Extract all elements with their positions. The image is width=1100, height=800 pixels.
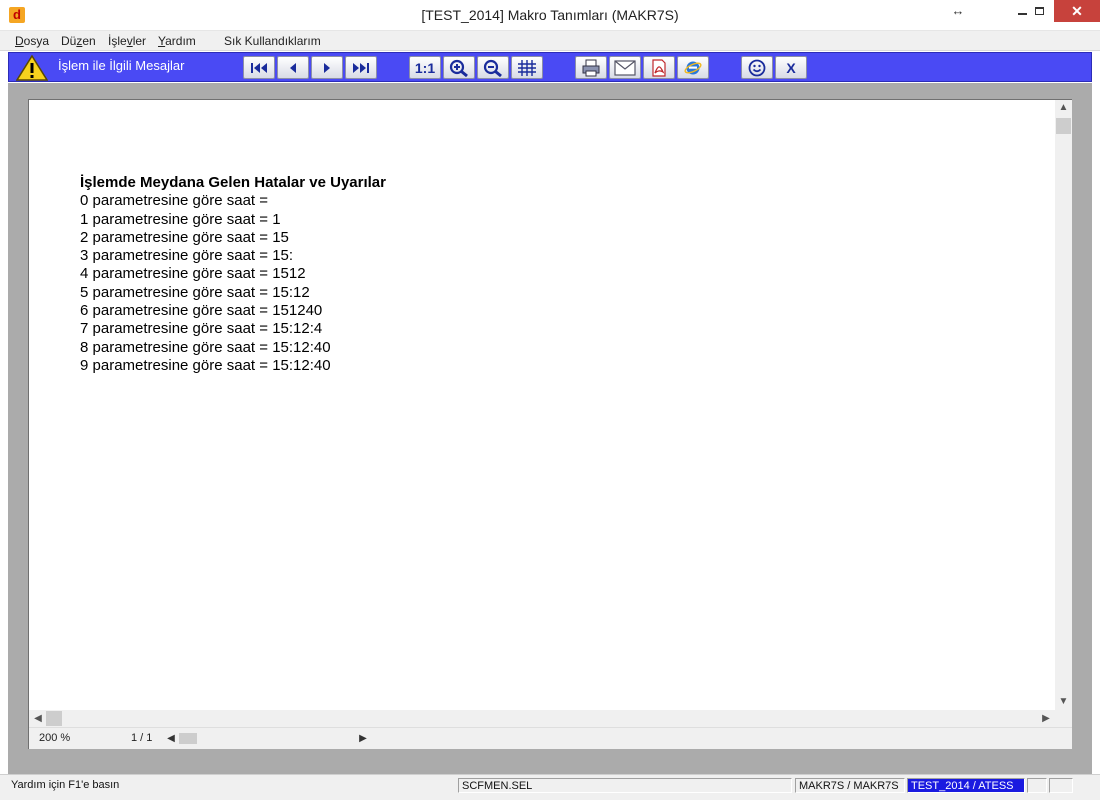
page-scroll-right-icon[interactable]: ▶ (357, 731, 369, 746)
page-indicator: 1 / 1 (131, 732, 153, 744)
status-panel-empty (1049, 778, 1073, 793)
status-help-text: Yardım için F1'e basın (11, 779, 120, 791)
menu-favorites[interactable]: Sık Kullandıklarım (224, 34, 321, 48)
menu-bar: Dosya Düzen İşlevler Yardım Sık Kullandı… (0, 31, 1100, 51)
report-line: 5 parametresine göre saat = 15:12 (80, 283, 310, 301)
close-report-button[interactable]: X (775, 56, 807, 79)
pdf-button[interactable] (643, 56, 675, 79)
report-toolbar: İşlem ile İlgili Mesajlar 1:1 X (8, 52, 1092, 82)
zoom-out-button[interactable] (477, 56, 509, 79)
scroll-corner (1055, 710, 1072, 727)
browser-button[interactable] (677, 56, 709, 79)
report-line: 1 parametresine göre saat = 1 (80, 210, 281, 228)
vertical-scrollbar[interactable]: ▲ ▼ (1055, 100, 1072, 710)
toolbar-title: İşlem ile İlgili Mesajlar (58, 58, 185, 73)
scroll-up-icon[interactable]: ▲ (1055, 100, 1072, 116)
report-line: 4 parametresine göre saat = 1512 (80, 265, 306, 283)
scroll-down-icon[interactable]: ▼ (1055, 694, 1072, 710)
print-button[interactable] (575, 56, 607, 79)
pdf-icon (652, 58, 666, 77)
next-page-button[interactable] (311, 56, 343, 79)
warning-icon (16, 55, 48, 81)
next-page-icon (324, 62, 330, 73)
last-page-button[interactable] (345, 56, 377, 79)
browser-icon (684, 61, 702, 74)
menu-dosya[interactable]: Dosya (15, 34, 49, 48)
report-line: 2 parametresine göre saat = 15 (80, 228, 289, 246)
page-scrollbar[interactable]: ◀ ▶ (165, 731, 369, 746)
prev-page-button[interactable] (277, 56, 309, 79)
scroll-left-icon[interactable]: ◀ (31, 710, 45, 727)
horizontal-scrollbar[interactable]: ◀ ▶ (29, 710, 1055, 727)
menu-yardim[interactable]: Yardım (158, 34, 196, 48)
last-page-icon (353, 62, 369, 73)
zoom-in-button[interactable] (443, 56, 475, 79)
zoom-out-icon (483, 59, 502, 77)
scroll-right-icon[interactable]: ▶ (1039, 710, 1053, 727)
window-title: [TEST_2014] Makro Tanımları (MAKR7S) (421, 7, 679, 23)
first-page-button[interactable] (243, 56, 275, 79)
report-line: 7 parametresine göre saat = 15:12:4 (80, 320, 323, 338)
report-workspace: İşlemde Meydana Gelen Hatalar ve Uyarıla… (8, 83, 1092, 774)
zoom-in-icon (449, 59, 468, 77)
status-file: SCFMEN.SEL (458, 778, 792, 793)
report-heading: İşlemde Meydana Gelen Hatalar ve Uyarıla… (80, 174, 386, 191)
maximize-icon (1034, 7, 1044, 15)
menu-duzen-label: Düzen (61, 34, 96, 48)
report-line: 0 parametresine göre saat = (80, 192, 269, 210)
status-company: TEST_2014 / ATESS (907, 778, 1025, 793)
prev-page-icon (290, 62, 296, 73)
report-page: İşlemde Meydana Gelen Hatalar ve Uyarıla… (29, 100, 1055, 710)
viewer-footer: 200 % 1 / 1 ◀ ▶ (29, 727, 1072, 749)
grid-icon (518, 59, 536, 76)
report-viewer: İşlemde Meydana Gelen Hatalar ve Uyarıla… (28, 99, 1072, 749)
actual-size-label: 1:1 (414, 59, 436, 76)
email-icon (614, 59, 636, 76)
menu-islevler[interactable]: İşlevler (108, 34, 146, 48)
status-bar: Yardım için F1'e basın SCFMEN.SEL MAKR7S… (0, 774, 1100, 800)
vertical-scroll-thumb[interactable] (1056, 118, 1071, 134)
menu-yardim-label: Yardım (158, 34, 196, 48)
menu-islevler-label: İşlevler (108, 34, 147, 48)
close-icon: X (786, 59, 796, 76)
report-line: 6 parametresine göre saat = 151240 (80, 302, 323, 320)
page-scroll-thumb[interactable] (179, 733, 197, 744)
about-button[interactable] (741, 56, 773, 79)
maximize-button[interactable] (1024, 0, 1054, 22)
zoom-level: 200 % (39, 732, 71, 744)
grid-button[interactable] (511, 56, 543, 79)
report-line: 3 parametresine göre saat = 15: (80, 247, 294, 265)
status-macro: MAKR7S / MAKR7S (795, 778, 905, 793)
print-icon (582, 59, 600, 76)
menu-favorites-label: Sık Kullandıklarım (224, 34, 321, 48)
report-line: 8 parametresine göre saat = 15:12:40 (80, 338, 331, 356)
page-scroll-left-icon[interactable]: ◀ (165, 731, 177, 746)
report-line: 9 parametresine göre saat = 15:12:40 (80, 356, 331, 374)
email-button[interactable] (609, 56, 641, 79)
menu-dosya-label: Dosya (15, 34, 50, 48)
title-bar: d [TEST_2014] Makro Tanımları (MAKR7S) ↔… (0, 0, 1100, 31)
report-content: İşlemde Meydana Gelen Hatalar ve Uyarıla… (80, 174, 386, 375)
menu-duzen[interactable]: Düzen (61, 34, 96, 48)
smiley-icon (748, 59, 766, 76)
resize-icon: ↔ (951, 3, 965, 18)
horizontal-scroll-thumb[interactable] (46, 711, 62, 726)
window-close-button[interactable]: ✕ (1054, 0, 1100, 22)
first-page-icon (251, 62, 267, 73)
actual-size-button[interactable]: 1:1 (409, 56, 441, 79)
status-panel-empty (1027, 778, 1047, 793)
